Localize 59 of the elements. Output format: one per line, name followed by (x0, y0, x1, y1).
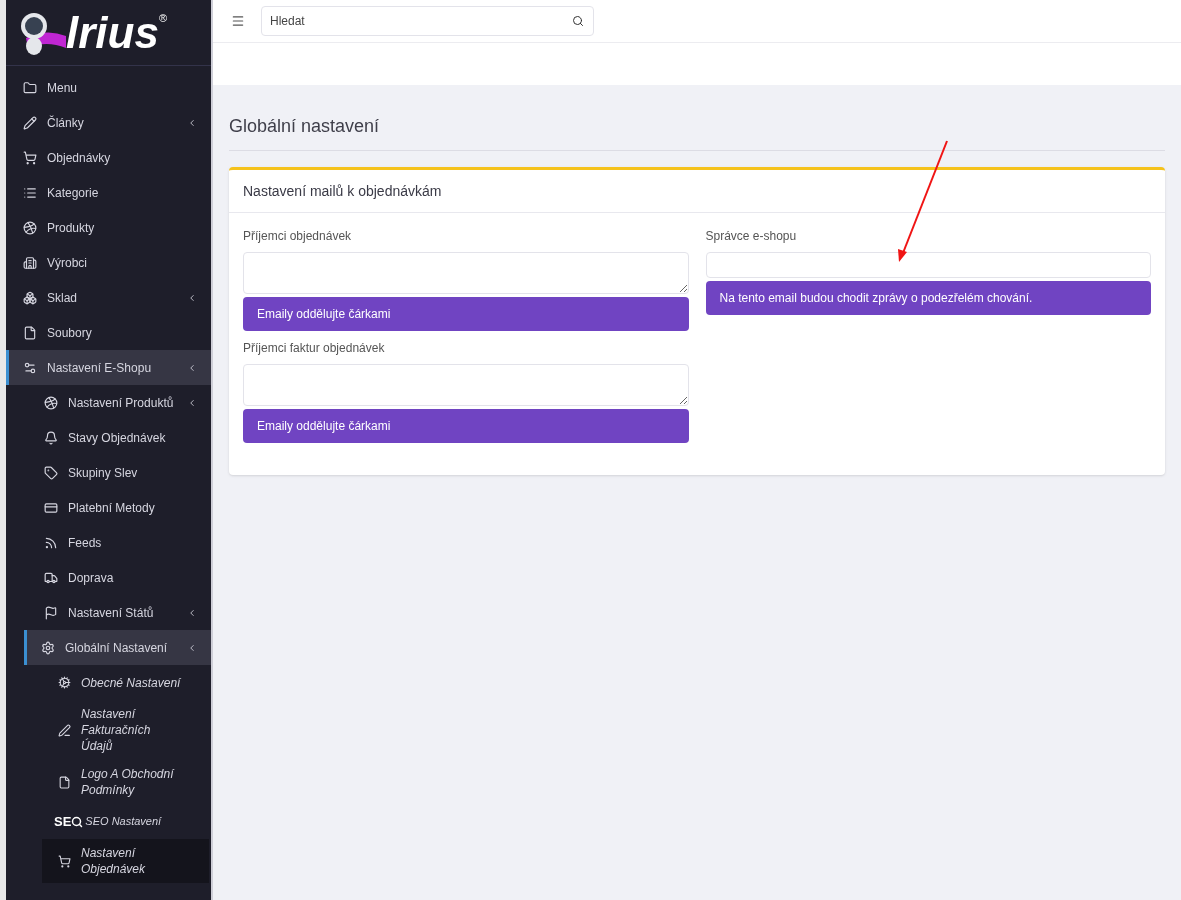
hint-banner: Emaily oddělujte čárkami (243, 409, 689, 443)
sidebar-item[interactable]: Globální Nastavení (24, 630, 211, 665)
sidebar-item[interactable]: Soubory (6, 315, 211, 350)
logo-text: lrius (66, 10, 159, 55)
sidebar-item[interactable]: Skupiny Slev (6, 455, 211, 490)
card-icon (44, 500, 58, 515)
file-icon (23, 325, 37, 340)
search-icon[interactable] (572, 15, 584, 27)
hint-banner: Emaily oddělujte čárkami (243, 297, 689, 331)
sidebar-item[interactable]: Nastavení E-Shopu (6, 350, 211, 385)
sidebar-item[interactable]: Nastavení Produktů (6, 385, 211, 420)
gear-icon (58, 676, 71, 689)
sidebar-item[interactable]: Články (6, 105, 211, 140)
sidebar-subitem[interactable]: Nastavení Fakturačních Údajů (42, 700, 209, 760)
text-area[interactable] (243, 364, 689, 406)
file-icon (58, 775, 71, 789)
card-title: Nastavení mailů k objednávkám (229, 170, 1165, 213)
tag-icon (44, 465, 58, 480)
sidebar-item[interactable]: Platební Metody (6, 490, 211, 525)
field-label: Příjemci objednávek (243, 228, 353, 245)
cart-icon (58, 854, 71, 868)
sidebar-item[interactable]: Kategorie (6, 175, 211, 210)
boxes-icon (23, 290, 37, 305)
list-icon (23, 185, 37, 200)
sidebar-subitem[interactable]: Obecné Nastavení (42, 665, 209, 700)
sidebar-item[interactable]: Feeds (6, 525, 211, 560)
sidebar-subitem[interactable]: Logo A Obchodní Podmínky (42, 760, 209, 804)
input-field[interactable] (705, 252, 1151, 278)
feed-icon (44, 535, 58, 550)
sidebar-item[interactable]: Doprava (6, 560, 211, 595)
pencil-icon (23, 115, 37, 130)
text-area[interactable] (243, 252, 689, 294)
page-title: Globální nastavení (229, 113, 1165, 151)
sidebar-subitem[interactable]: SE SEO Nastavení (42, 804, 209, 839)
gears-icon (23, 360, 37, 375)
registered-mark: ® (158, 11, 168, 24)
search-field[interactable]: Hledat (261, 6, 594, 36)
sidebar-subitem[interactable]: Nastavení Objednávek (42, 839, 209, 883)
pen-icon (58, 723, 71, 737)
field-label: Správce e-shopu (705, 228, 798, 245)
sidebar-item[interactable]: Objednávky (6, 140, 211, 175)
settings-icon (41, 640, 55, 655)
ball-icon (44, 395, 58, 410)
folder-icon (23, 80, 37, 95)
field-label: Příjemci faktur objednávek (243, 340, 386, 357)
sidebar-item[interactable]: Stavy Objednávek (6, 420, 211, 455)
sidebar-item[interactable]: Produkty (6, 210, 211, 245)
cart-icon (23, 150, 37, 165)
menu-icon[interactable] (231, 14, 245, 28)
truck-icon (44, 570, 58, 585)
flag-icon (44, 605, 58, 620)
ball-icon (23, 220, 37, 235)
sidebar-item[interactable]: Nastavení Států (6, 595, 211, 630)
sidebar-item[interactable]: Menu (6, 70, 211, 105)
sidebar-item[interactable]: Výrobci (6, 245, 211, 280)
building-icon (23, 255, 37, 270)
bell-icon (44, 430, 58, 445)
sidebar-item[interactable]: Sklad (6, 280, 211, 315)
hint-banner: Na tento email budou chodit zprávy o podezřelém chování. (705, 281, 1151, 315)
